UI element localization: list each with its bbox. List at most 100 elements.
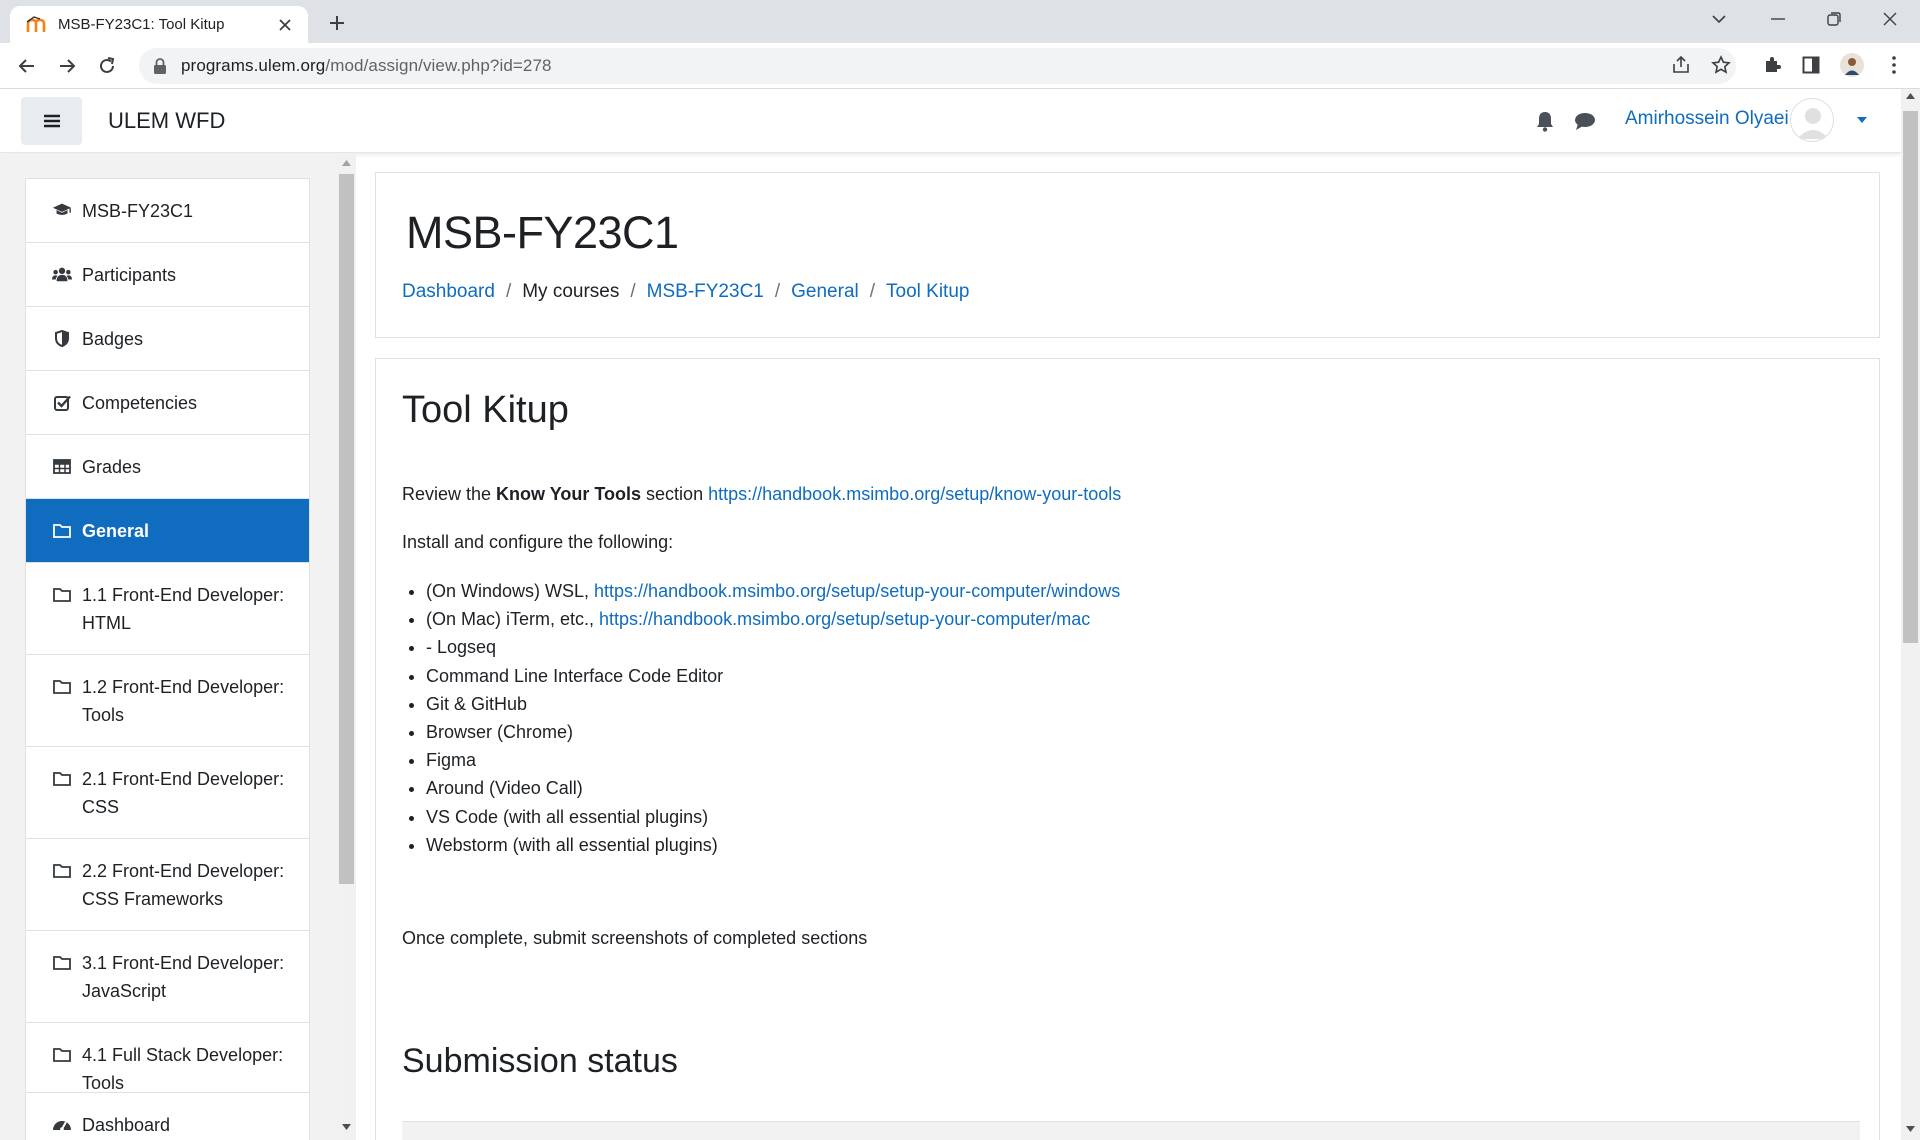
url-text: programs.ulem.org/mod/assign/view.php?id… bbox=[181, 56, 552, 75]
page-scroll-thumb[interactable] bbox=[1903, 111, 1918, 643]
dashboard-gauge-icon bbox=[52, 1114, 72, 1134]
messages-chat-icon[interactable] bbox=[1573, 109, 1597, 133]
close-tab-icon[interactable] bbox=[274, 14, 296, 36]
folder-icon bbox=[52, 952, 72, 972]
windows-setup-link[interactable]: https://handbook.msimbo.org/setup/setup-… bbox=[594, 581, 1120, 601]
user-avatar[interactable] bbox=[1790, 98, 1834, 142]
know-your-tools-bold: Know Your Tools bbox=[496, 484, 642, 504]
list-item: Git & GitHub bbox=[426, 690, 1120, 718]
list-item: VS Code (with all essential plugins) bbox=[426, 803, 1120, 831]
list-item: (On Mac) iTerm, etc., https://handbook.m… bbox=[426, 605, 1120, 633]
scroll-up-arrow-icon[interactable] bbox=[1906, 93, 1915, 99]
drawer-item-badges[interactable]: Badges bbox=[26, 307, 309, 371]
users-icon bbox=[52, 264, 72, 284]
scroll-down-arrow-icon[interactable] bbox=[342, 1124, 351, 1130]
breadcrumb-dashboard[interactable]: Dashboard bbox=[402, 281, 495, 303]
site-nav-list: Dashboard bbox=[25, 1092, 310, 1140]
drawer-item-competencies[interactable]: Competencies bbox=[26, 371, 309, 435]
folder-icon bbox=[52, 676, 72, 696]
breadcrumb-my-courses: My courses bbox=[522, 281, 620, 302]
new-tab-icon[interactable] bbox=[322, 8, 352, 38]
browser-tab[interactable]: MSB-FY23C1: Tool Kitup bbox=[10, 6, 308, 43]
page-header: MSB-FY23C1 Dashboard / My courses / MSB-… bbox=[375, 172, 1880, 338]
folder-icon bbox=[52, 520, 72, 540]
drawer-item-section-1-1[interactable]: 1.1 Front-End Developer: HTML bbox=[26, 563, 309, 655]
submission-status-table bbox=[402, 1121, 1860, 1140]
close-window-icon[interactable] bbox=[1868, 4, 1912, 34]
lock-icon[interactable] bbox=[153, 58, 167, 74]
scroll-up-arrow-icon[interactable] bbox=[342, 160, 351, 166]
drawer-scroll-thumb[interactable] bbox=[339, 174, 354, 884]
tools-list: (On Windows) WSL, https://handbook.msimb… bbox=[426, 577, 1120, 859]
submission-status-heading: Submission status bbox=[402, 1042, 678, 1080]
site-name[interactable]: ULEM WFD bbox=[108, 108, 225, 134]
drawer-item-grades[interactable]: Grades bbox=[26, 435, 309, 499]
install-paragraph: Install and configure the following: bbox=[402, 532, 674, 552]
tab-search-icon[interactable] bbox=[1697, 4, 1741, 34]
review-paragraph: Review the Know Your Tools section https… bbox=[402, 484, 1122, 504]
minimize-icon[interactable] bbox=[1756, 4, 1800, 34]
drawer-item-section-1-2[interactable]: 1.2 Front-End Developer: Tools bbox=[26, 655, 309, 747]
reload-icon[interactable] bbox=[92, 51, 122, 81]
breadcrumb-activity[interactable]: Tool Kitup bbox=[886, 281, 969, 303]
breadcrumb-section[interactable]: General bbox=[791, 281, 859, 303]
drawer-item-section-2-1[interactable]: 2.1 Front-End Developer: CSS bbox=[26, 747, 309, 839]
assignment-content: Tool Kitup Review the Know Your Tools se… bbox=[375, 358, 1880, 1140]
list-item: Around (Video Call) bbox=[426, 774, 1120, 802]
list-item: (On Windows) WSL, https://handbook.msimb… bbox=[426, 577, 1120, 605]
check-square-icon bbox=[52, 392, 72, 412]
folder-icon bbox=[52, 1044, 72, 1064]
drawer-item-participants[interactable]: Participants bbox=[26, 243, 309, 307]
chrome-menu-icon[interactable] bbox=[1880, 51, 1908, 79]
tab-title: MSB-FY23C1: Tool Kitup bbox=[58, 16, 225, 33]
back-icon[interactable] bbox=[12, 51, 42, 81]
address-bar[interactable]: programs.ulem.org/mod/assign/view.php?id… bbox=[139, 48, 1736, 84]
course-title: MSB-FY23C1 bbox=[406, 207, 679, 258]
side-panel-icon[interactable] bbox=[1797, 51, 1825, 79]
forward-icon[interactable] bbox=[52, 51, 82, 81]
extensions-icon[interactable] bbox=[1758, 51, 1786, 79]
drawer-item-section-2-2[interactable]: 2.2 Front-End Developer: CSS Frameworks bbox=[26, 839, 309, 931]
site-navbar: ULEM WFD Amirhossein Olyaei bbox=[0, 89, 1902, 153]
user-name-link[interactable]: Amirhossein Olyaei bbox=[1625, 108, 1789, 130]
drawer-toggle-button[interactable] bbox=[21, 97, 82, 145]
drawer-item-course[interactable]: MSB-FY23C1 bbox=[26, 179, 309, 243]
know-your-tools-link[interactable]: https://handbook.msimbo.org/setup/know-y… bbox=[708, 484, 1121, 504]
drawer-item-section-3-1[interactable]: 3.1 Front-End Developer: JavaScript bbox=[26, 931, 309, 1023]
breadcrumb-separator: / bbox=[774, 281, 781, 302]
folder-icon bbox=[52, 768, 72, 788]
breadcrumb: Dashboard / My courses / MSB-FY23C1 / Ge… bbox=[402, 281, 969, 303]
folder-icon bbox=[52, 860, 72, 880]
activity-title: Tool Kitup bbox=[402, 389, 569, 431]
list-item: - Logseq bbox=[426, 633, 1120, 661]
list-item: Command Line Interface Code Editor bbox=[426, 662, 1120, 690]
mac-setup-link[interactable]: https://handbook.msimbo.org/setup/setup-… bbox=[599, 609, 1090, 629]
share-icon[interactable] bbox=[1668, 52, 1694, 78]
list-item: Browser (Chrome) bbox=[426, 718, 1120, 746]
drawer-scrollbar[interactable] bbox=[337, 154, 356, 1140]
graduation-cap-icon bbox=[52, 200, 72, 220]
table-icon bbox=[52, 456, 72, 476]
page-scrollbar[interactable] bbox=[1901, 89, 1920, 1140]
drawer-item-dashboard[interactable]: Dashboard bbox=[26, 1093, 309, 1140]
list-item: Figma bbox=[426, 746, 1120, 774]
moodle-favicon-icon bbox=[26, 15, 48, 34]
submit-instructions: Once complete, submit screenshots of com… bbox=[402, 928, 868, 948]
bookmark-star-icon[interactable] bbox=[1708, 52, 1734, 78]
restore-icon[interactable] bbox=[1812, 4, 1856, 34]
breadcrumb-separator: / bbox=[630, 281, 636, 302]
shield-icon bbox=[52, 328, 72, 348]
browser-tab-strip: MSB-FY23C1: Tool Kitup bbox=[0, 0, 1920, 43]
breadcrumb-course[interactable]: MSB-FY23C1 bbox=[647, 281, 764, 303]
browser-toolbar: programs.ulem.org/mod/assign/view.php?id… bbox=[0, 43, 1920, 89]
hamburger-icon bbox=[43, 114, 61, 128]
folder-icon bbox=[52, 584, 72, 604]
breadcrumb-separator: / bbox=[869, 281, 876, 302]
list-item: Webstorm (with all essential plugins) bbox=[426, 831, 1120, 859]
breadcrumb-separator: / bbox=[505, 281, 512, 302]
scroll-down-arrow-icon[interactable] bbox=[1906, 1126, 1915, 1132]
user-menu-caret-icon[interactable] bbox=[1855, 113, 1869, 127]
profile-avatar-icon[interactable] bbox=[1838, 51, 1866, 79]
notifications-bell-icon[interactable] bbox=[1533, 109, 1557, 133]
drawer-item-general[interactable]: General bbox=[26, 499, 309, 563]
